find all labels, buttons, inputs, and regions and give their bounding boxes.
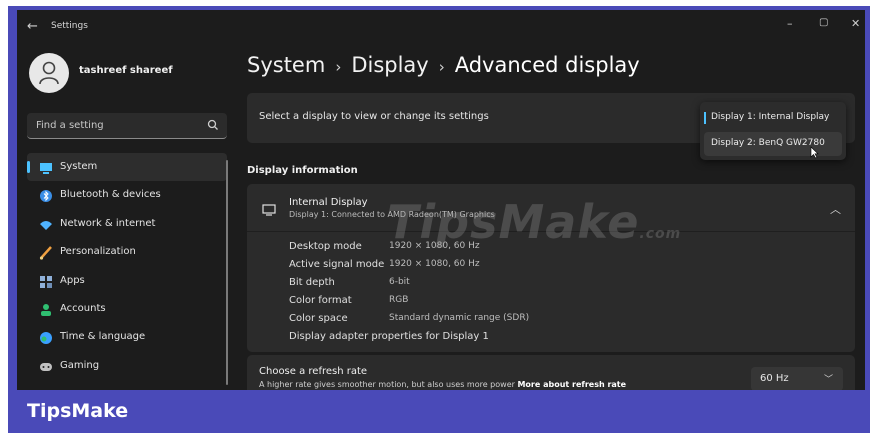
sidebar-item-label: Gaming [60, 359, 100, 371]
info-value: RGB [389, 295, 409, 305]
accounts-icon [39, 302, 53, 316]
refresh-rate-value: 60 Hz [760, 373, 789, 384]
sidebar-item-label: Network & internet [60, 217, 156, 229]
info-row: Color format RGB [289, 295, 408, 306]
sidebar-item-label: Apps [60, 274, 85, 286]
info-value: 1920 × 1080, 60 Hz [389, 259, 480, 269]
sidebar-scrollbar[interactable] [226, 160, 228, 385]
footer-bar [8, 391, 870, 433]
gaming-icon [39, 359, 53, 373]
bluetooth-icon [39, 188, 53, 203]
page-title: Advanced display [454, 53, 640, 77]
display-name: Internal Display [289, 197, 368, 208]
wifi-icon [39, 217, 53, 231]
info-row: Desktop mode 1920 × 1080, 60 Hz [289, 241, 480, 252]
sidebar-item-bluetooth[interactable]: Bluetooth & devices [27, 181, 227, 209]
refresh-rate-title: Choose a refresh rate [259, 366, 368, 377]
info-value: 6-bit [389, 277, 410, 287]
refresh-rate-link[interactable]: More about refresh rate [517, 380, 626, 389]
selected-indicator [27, 161, 30, 173]
section-heading: Display information [247, 165, 358, 176]
display-dropdown-menu: Display 1: Internal Display Display 2: B… [700, 102, 846, 160]
window-title: Settings [51, 21, 88, 31]
search-icon[interactable] [207, 119, 219, 131]
search-input[interactable]: Find a setting [27, 113, 227, 139]
info-label: Desktop mode [289, 241, 362, 252]
sidebar-item-label: System [60, 161, 98, 172]
user-name: tashreef shareef [79, 65, 173, 76]
refresh-rate-card: Choose a refresh rate A higher rate give… [247, 355, 855, 390]
sidebar-item-label: Bluetooth & devices [60, 189, 161, 201]
monitor-icon [262, 204, 276, 216]
watermark-text: TipsMake [387, 195, 640, 249]
sidebar-item-time-language[interactable]: Time & language [27, 323, 227, 351]
info-row: Color space Standard dynamic range (SDR) [289, 313, 529, 324]
minimize-button[interactable]: – [787, 17, 793, 30]
system-icon [39, 160, 53, 174]
info-label: Active signal mode [289, 259, 385, 270]
sidebar-item-label: Personalization [60, 246, 136, 258]
avatar[interactable] [29, 53, 69, 93]
selected-indicator [704, 112, 706, 124]
watermark-suffix: .com [639, 226, 682, 242]
display-option-label: Display 1: Internal Display [711, 112, 830, 122]
sidebar-item-system[interactable]: System [27, 153, 227, 181]
adapter-properties-link[interactable]: Display adapter properties for Display 1 [289, 331, 489, 342]
info-row: Bit depth 6-bit [289, 277, 410, 288]
sidebar-item-gaming[interactable]: Gaming [27, 352, 227, 380]
sidebar-item-apps[interactable]: Apps [27, 267, 227, 295]
sidebar-item-network[interactable]: Network & internet [27, 210, 227, 238]
mouse-cursor-icon [810, 146, 819, 159]
display-option-label: Display 2: BenQ GW2780 [711, 138, 825, 148]
search-placeholder: Find a setting [36, 120, 104, 131]
info-label: Color format [289, 295, 352, 306]
info-value: Standard dynamic range (SDR) [389, 313, 530, 323]
sidebar-item-label: Time & language [60, 331, 146, 343]
refresh-rate-desc-text: A higher rate gives smoother motion, but… [259, 380, 515, 389]
maximize-button[interactable]: ▢ [819, 17, 828, 28]
breadcrumb: System › Display › Advanced display [247, 53, 640, 77]
refresh-rate-description: A higher rate gives smoother motion, but… [259, 380, 626, 389]
chevron-up-icon[interactable]: ︿ [830, 201, 841, 217]
apps-icon [39, 274, 53, 288]
info-label: Color space [289, 313, 348, 324]
chevron-down-icon: ﹀ [823, 375, 833, 385]
close-button[interactable]: ✕ [851, 17, 860, 30]
breadcrumb-display[interactable]: Display [351, 53, 428, 77]
settings-window: ← Settings – ▢ ✕ tashreef shareef Find a… [17, 10, 865, 390]
user-icon [39, 61, 59, 85]
display-select-label: Select a display to view or change its s… [259, 111, 489, 122]
brush-icon [39, 245, 53, 260]
breadcrumb-separator: › [438, 58, 445, 76]
breadcrumb-separator: › [335, 58, 342, 76]
globe-icon [39, 330, 53, 345]
back-arrow-icon[interactable]: ← [27, 19, 38, 34]
sidebar-item-personalization[interactable]: Personalization [27, 238, 227, 266]
watermark: TipsMake.com [387, 195, 681, 249]
title-bar: ← Settings – ▢ ✕ [17, 10, 865, 44]
breadcrumb-system[interactable]: System [247, 53, 325, 77]
refresh-rate-dropdown[interactable]: 60 Hz ﹀ [751, 367, 843, 390]
footer-brand: TipsMake [27, 400, 129, 422]
sidebar-item-label: Accounts [60, 302, 106, 314]
sidebar-nav: System Bluetooth & devices Network & int… [27, 153, 227, 380]
display-option-1[interactable]: Display 1: Internal Display [704, 106, 842, 130]
sidebar-item-accounts[interactable]: Accounts [27, 295, 227, 323]
info-label: Bit depth [289, 277, 335, 288]
display-option-2[interactable]: Display 2: BenQ GW2780 [704, 132, 842, 156]
info-row: Active signal mode 1920 × 1080, 60 Hz [289, 259, 480, 270]
